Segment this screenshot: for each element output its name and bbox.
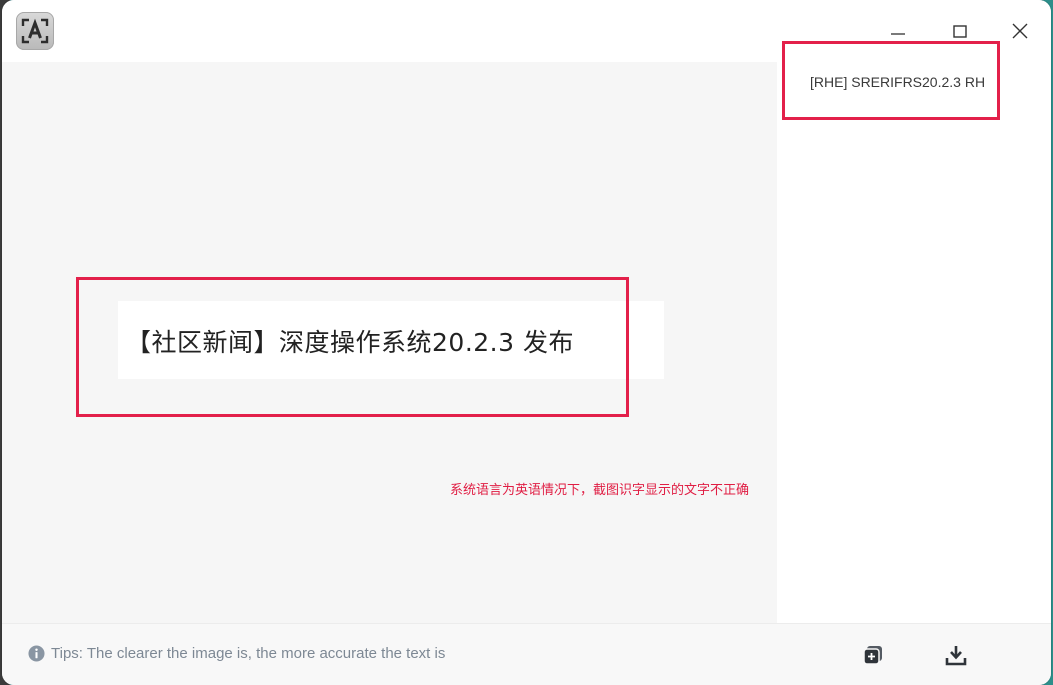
close-button[interactable] xyxy=(1002,14,1038,48)
annotation-note: 系统语言为英语情况下，截图识字显示的文字不正确 xyxy=(450,483,750,498)
ocr-text-recognition-icon xyxy=(16,12,54,50)
close-icon xyxy=(1012,23,1028,39)
highlight-box-image xyxy=(76,277,629,417)
download-icon xyxy=(945,646,967,666)
info-icon xyxy=(28,645,45,662)
copy-button[interactable] xyxy=(858,640,888,670)
copy-icon xyxy=(863,646,882,665)
ocr-window: [RHE] SRERIFRS20.2.3 RH 【社区新闻】深度操作系统20.2… xyxy=(2,0,1051,685)
bottom-toolbar: Tips: The clearer the image is, the more… xyxy=(2,623,1051,685)
minimize-icon xyxy=(891,33,905,35)
tips: Tips: The clearer the image is, the more… xyxy=(28,645,445,662)
maximize-icon xyxy=(953,25,967,38)
highlight-box-result xyxy=(782,41,1000,120)
tips-text: Tips: The clearer the image is, the more… xyxy=(51,645,446,662)
recognition-result-panel[interactable]: [RHE] SRERIFRS20.2.3 RH xyxy=(777,62,1051,623)
save-button[interactable] xyxy=(941,640,971,670)
